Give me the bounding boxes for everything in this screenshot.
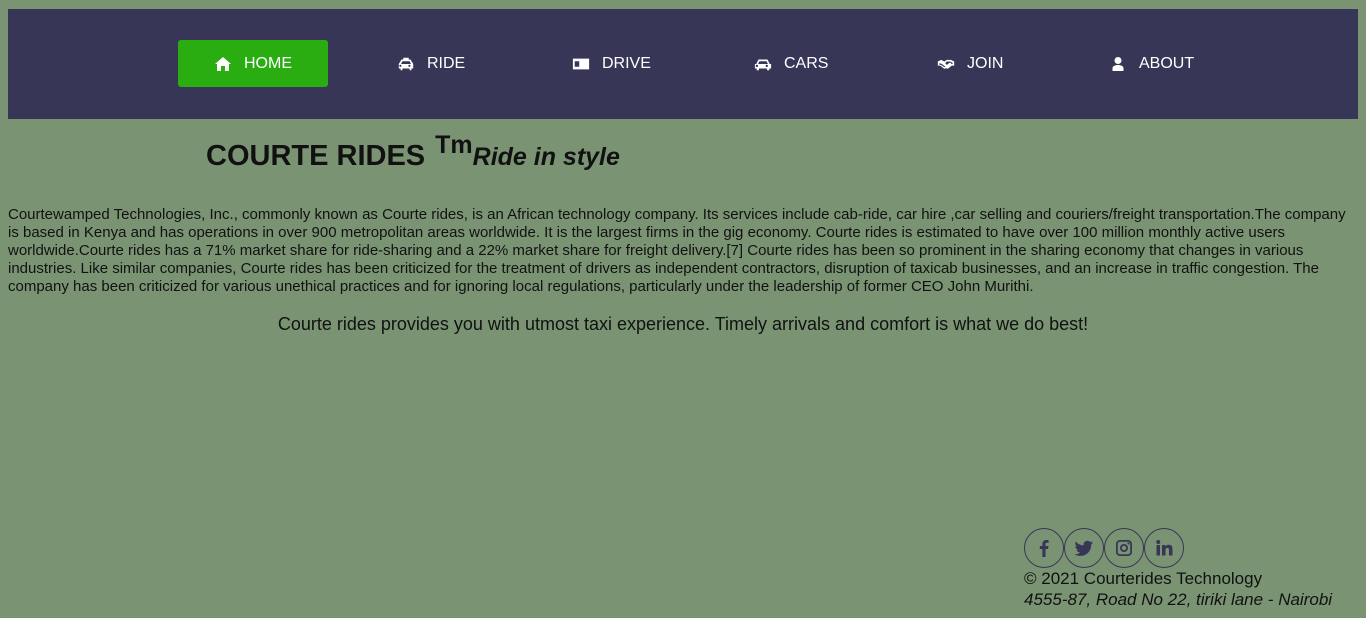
service-promise: Courte rides provides you with utmost ta… xyxy=(277,314,1089,334)
nav-label-drive: DRIVE xyxy=(602,54,651,72)
car-icon xyxy=(754,59,772,70)
nav-item-ride[interactable]: RIDE xyxy=(397,40,465,87)
handshake-icon xyxy=(937,59,955,69)
nav-item-join[interactable]: JOIN xyxy=(937,40,1003,87)
nav-label-home: HOME xyxy=(244,54,292,72)
instagram-link[interactable] xyxy=(1104,528,1144,568)
nav-item-drive[interactable]: DRIVE xyxy=(572,40,651,87)
navbar: HOME RIDE DRIVE CARS JOIN ABOUT xyxy=(8,9,1358,119)
nav-label-about: ABOUT xyxy=(1139,54,1195,72)
user-icon xyxy=(1112,56,1124,71)
copyright-text: © 2021 Courterides Technology xyxy=(1024,569,1263,588)
nav-item-cars[interactable]: CARS xyxy=(754,40,828,87)
nav-item-home[interactable]: HOME xyxy=(178,40,328,87)
footer: © 2021 Courterides Technology 4555-87, R… xyxy=(1024,528,1332,611)
home-icon xyxy=(215,56,231,71)
facebook-link[interactable] xyxy=(1024,528,1064,568)
nav-label-join: JOIN xyxy=(967,54,1004,72)
nav-label-cars: CARS xyxy=(784,54,829,72)
brand-title: COURTE RIDES xyxy=(206,140,426,172)
page-title: COURTE RIDES TmRide in style xyxy=(206,131,620,173)
linkedin-icon xyxy=(1156,540,1173,556)
about-paragraph: Courtewamped Technologies, Inc., commonl… xyxy=(8,206,1346,295)
page: HOME RIDE DRIVE CARS JOIN ABOUT COURTE R… xyxy=(0,0,1366,618)
social-links xyxy=(1024,528,1332,568)
twitter-icon xyxy=(1074,540,1093,556)
brand-tagline: Ride in style xyxy=(472,143,620,171)
facebook-icon xyxy=(1039,540,1049,557)
twitter-link[interactable] xyxy=(1064,528,1104,568)
nav-label-ride: RIDE xyxy=(427,54,466,72)
trademark-mark: Tm xyxy=(435,131,473,159)
id-card-icon xyxy=(572,58,590,69)
address-text: 4555-87, Road No 22, tiriki lane - Nairo… xyxy=(1024,590,1333,609)
taxi-icon xyxy=(398,57,414,70)
linkedin-link[interactable] xyxy=(1144,528,1184,568)
nav-item-about[interactable]: ABOUT xyxy=(1109,40,1194,87)
instagram-icon xyxy=(1116,540,1132,556)
